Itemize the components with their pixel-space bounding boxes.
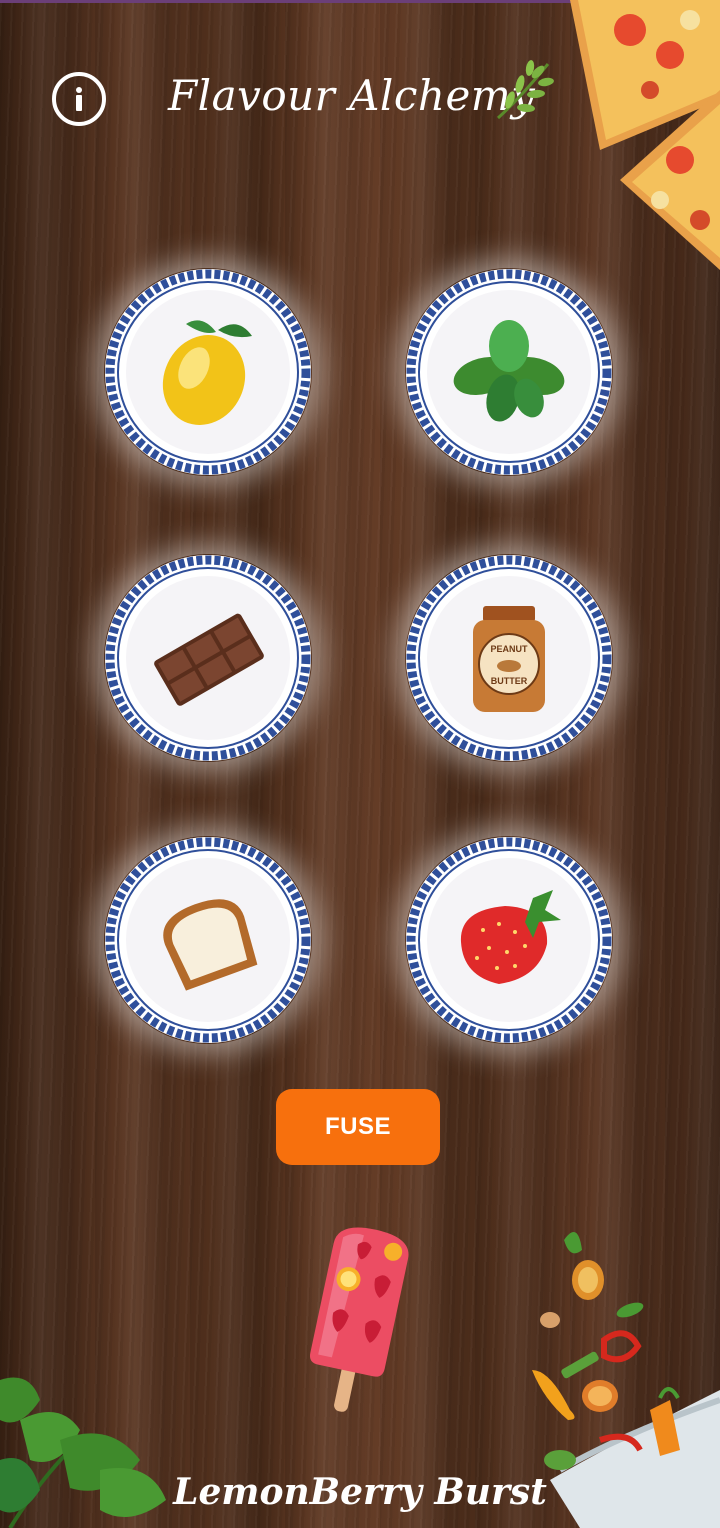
result-name: LemonBerry Burst: [173, 1471, 547, 1513]
strawberry-icon: [460, 890, 561, 984]
parsley-decoration: [0, 1377, 166, 1528]
vegetables-bowl-decoration: [532, 1232, 720, 1528]
basil-icon: [453, 320, 565, 422]
chocolate-bar-icon: [154, 613, 264, 706]
fuse-button[interactable]: FUSE: [276, 1089, 440, 1165]
plate-basil[interactable]: [405, 268, 613, 476]
jar-label-bottom: BUTTER: [491, 676, 528, 686]
plate-peanut-butter[interactable]: PEANUT BUTTER: [405, 554, 613, 762]
bread-slice-icon: [163, 899, 258, 991]
peanut-butter-jar-icon: PEANUT BUTTER: [473, 606, 545, 712]
plate-chocolate[interactable]: [104, 554, 312, 762]
info-button[interactable]: [52, 72, 106, 126]
app-title: Flavour Alchemy: [168, 71, 536, 120]
info-icon: [76, 87, 82, 111]
jar-label-top: PEANUT: [490, 644, 528, 654]
plate-strawberry[interactable]: [405, 836, 613, 1044]
plate-bread[interactable]: [104, 836, 312, 1044]
pizza-decoration: [570, 0, 720, 270]
popsicle-image: [310, 1227, 409, 1412]
herb-sprig-icon: [496, 60, 554, 120]
plate-lemon[interactable]: [104, 268, 312, 476]
lemon-icon: [162, 320, 252, 425]
